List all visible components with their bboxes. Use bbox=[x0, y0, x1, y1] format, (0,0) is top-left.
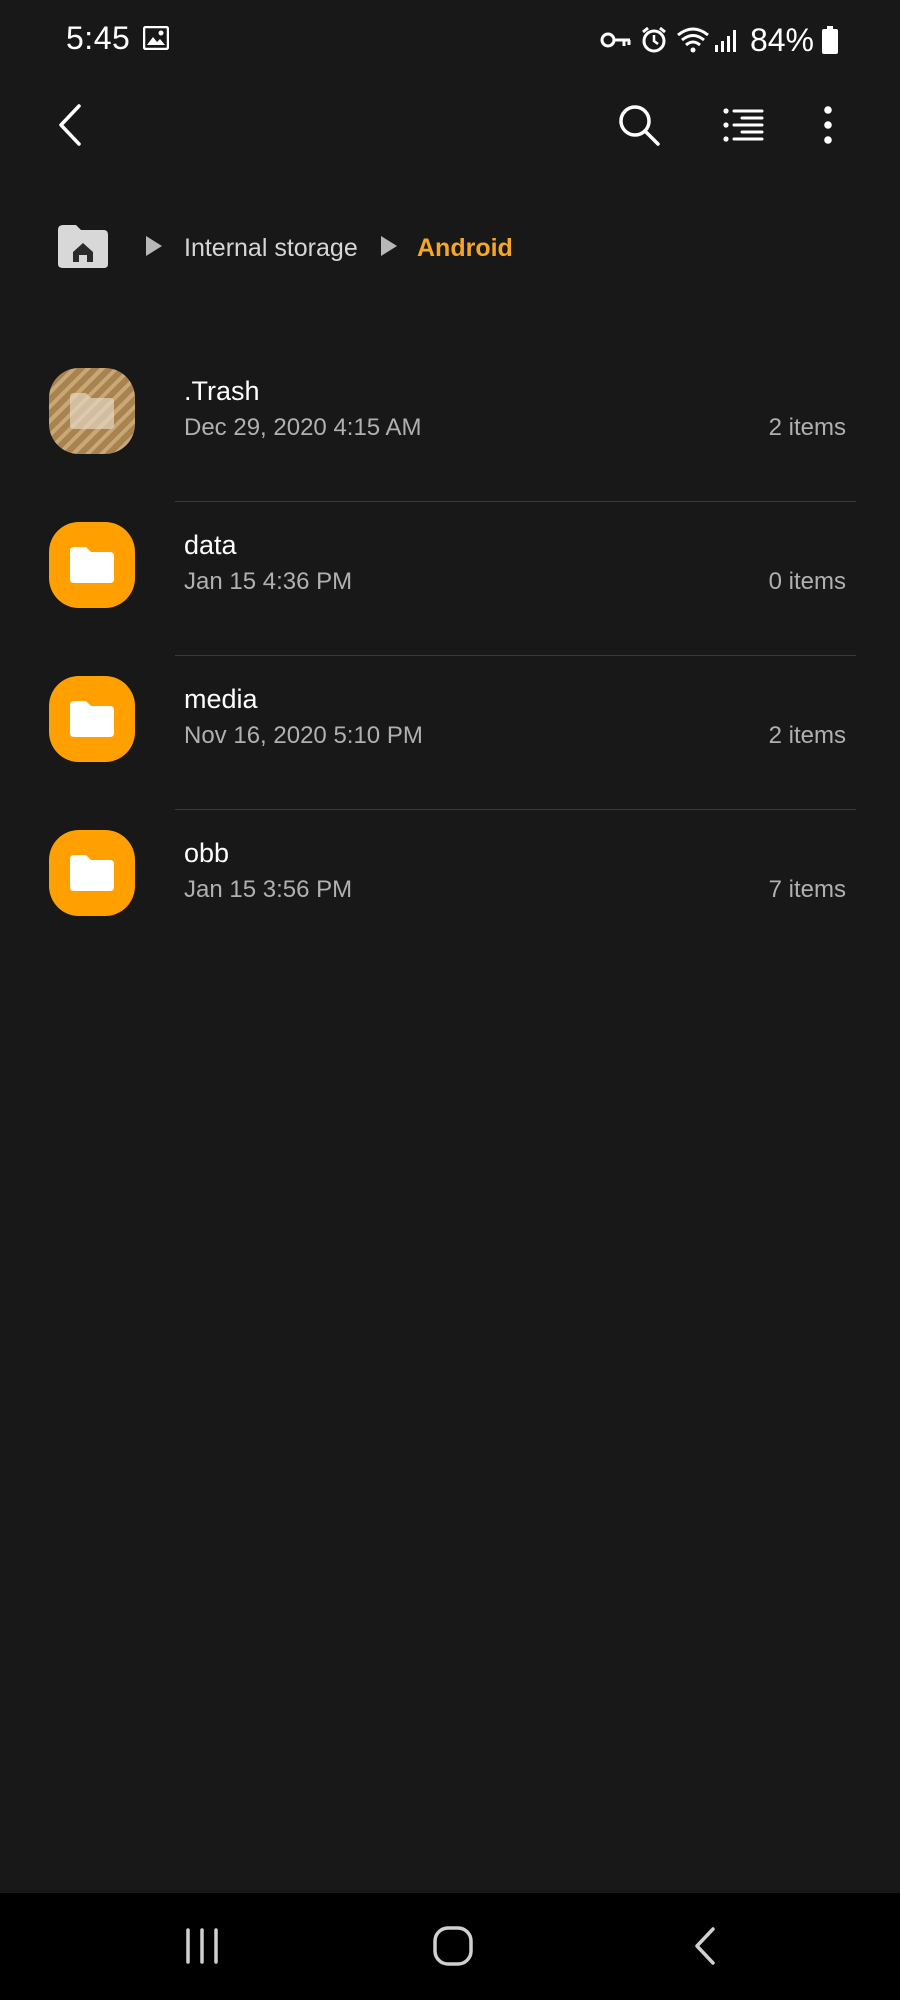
file-item-count: 7 items bbox=[768, 876, 846, 903]
status-icons: 84% bbox=[600, 22, 838, 58]
breadcrumb-separator-icon bbox=[146, 236, 162, 256]
battery-percent: 84% bbox=[749, 21, 814, 58]
list-item[interactable]: obb Jan 15 3:56 PM 7 items bbox=[0, 810, 900, 964]
file-manager-screen: 5:45 84% Internal storage Android .Trash… bbox=[0, 0, 900, 2000]
folder-icon bbox=[49, 830, 135, 916]
search-icon[interactable] bbox=[608, 94, 670, 156]
breadcrumb-internal-storage[interactable]: Internal storage bbox=[184, 230, 358, 266]
folder-icon bbox=[49, 676, 135, 762]
file-item-count: 0 items bbox=[768, 568, 846, 595]
gallery-icon bbox=[142, 25, 170, 51]
recent-apps-icon[interactable] bbox=[152, 1913, 252, 1979]
breadcrumb-android[interactable]: Android bbox=[417, 230, 513, 266]
file-name: media bbox=[184, 684, 258, 714]
file-date: Nov 16, 2020 5:10 PM bbox=[184, 722, 423, 749]
list-item[interactable]: media Nov 16, 2020 5:10 PM 2 items bbox=[0, 656, 900, 810]
navigation-bar bbox=[0, 1893, 900, 2000]
signal-icon bbox=[714, 27, 740, 53]
vpn-key-icon bbox=[600, 29, 632, 51]
back-arrow-icon[interactable] bbox=[40, 95, 100, 155]
status-time: 5:45 bbox=[66, 20, 131, 56]
wifi-icon bbox=[676, 26, 710, 54]
file-date: Dec 29, 2020 4:15 AM bbox=[184, 414, 422, 441]
file-name: .Trash bbox=[184, 376, 260, 406]
alarm-icon bbox=[640, 25, 668, 55]
more-options-icon[interactable] bbox=[808, 94, 848, 156]
home-icon[interactable] bbox=[403, 1913, 503, 1979]
list-item[interactable]: data Jan 15 4:36 PM 0 items bbox=[0, 502, 900, 656]
file-item-count: 2 items bbox=[768, 722, 846, 749]
status-bar: 5:45 84% bbox=[0, 0, 900, 80]
file-item-count: 2 items bbox=[768, 414, 846, 441]
back-icon[interactable] bbox=[655, 1913, 755, 1979]
file-list: .Trash Dec 29, 2020 4:15 AM 2 items data… bbox=[0, 348, 900, 964]
home-folder-icon[interactable] bbox=[56, 222, 110, 270]
file-date: Jan 15 4:36 PM bbox=[184, 568, 353, 595]
folder-icon bbox=[49, 522, 135, 608]
file-name: data bbox=[184, 530, 237, 560]
file-date: Jan 15 3:56 PM bbox=[184, 876, 353, 903]
list-item[interactable]: .Trash Dec 29, 2020 4:15 AM 2 items bbox=[0, 348, 900, 502]
battery-icon bbox=[822, 26, 838, 54]
file-name: obb bbox=[184, 838, 230, 868]
list-view-icon[interactable] bbox=[712, 94, 774, 156]
breadcrumb-separator-icon bbox=[381, 236, 397, 256]
app-bar bbox=[0, 90, 900, 160]
trash-folder-icon bbox=[49, 368, 135, 454]
